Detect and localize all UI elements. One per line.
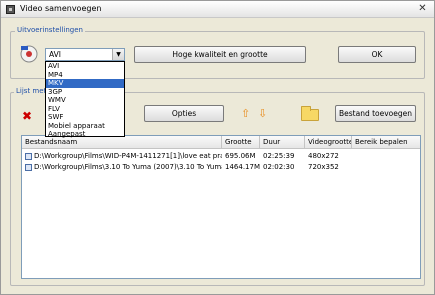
table-row[interactable]: D:\Workgroup\Films\WID-P4M-1411271[1]\lo… xyxy=(22,151,420,162)
column-header-range[interactable]: Bereik bepalen xyxy=(352,136,422,149)
column-header-duration[interactable]: Duur xyxy=(260,136,305,149)
folder-icon[interactable] xyxy=(301,106,319,121)
dropdown-option-avi[interactable]: AVI xyxy=(46,62,124,71)
cell-size: 1464.17M xyxy=(225,163,260,171)
cell-video-size: 720x352 xyxy=(308,163,339,171)
format-select[interactable]: AVI ▼ xyxy=(45,48,125,61)
app-icon xyxy=(6,5,15,14)
dropdown-option-3gp[interactable]: 3GP xyxy=(46,88,124,97)
output-settings-label: Uitvoerinstellingen xyxy=(15,26,85,34)
column-header-size[interactable]: Grootte xyxy=(222,136,260,149)
video-merge-window: Video samenvoegen ✕ Uitvoerinstellingen … xyxy=(0,0,435,295)
cell-video-size: 480x272 xyxy=(308,152,339,160)
move-down-icon[interactable]: ⇩ xyxy=(258,107,267,120)
dropdown-option-mobile[interactable]: Mobiel apparaat xyxy=(46,122,124,131)
cell-duration: 02:25:39 xyxy=(263,152,295,160)
dropdown-option-swf[interactable]: SWF xyxy=(46,113,124,122)
window-title: Video samenvoegen xyxy=(20,4,102,13)
dropdown-option-mkv[interactable]: MKV xyxy=(46,79,124,88)
cell-range[interactable] xyxy=(352,151,422,162)
ok-button[interactable]: OK xyxy=(338,46,416,63)
dropdown-option-wmv[interactable]: WMV xyxy=(46,96,124,105)
format-dropdown: AVI MP4 MKV 3GP WMV FLV SWF Mobiel appar… xyxy=(45,61,125,139)
close-button[interactable]: ✕ xyxy=(417,4,428,15)
cell-duration: 02:02:30 xyxy=(263,163,295,171)
table-row[interactable]: D:\Workgroup\Films\3.10 To Yuma (2007)\3… xyxy=(22,162,420,173)
move-up-icon[interactable]: ⇧ xyxy=(241,107,250,120)
cell-size: 695.06M xyxy=(225,152,256,160)
column-header-video-size[interactable]: Videogrootte xyxy=(305,136,352,149)
chevron-down-icon[interactable]: ▼ xyxy=(112,49,124,60)
format-select-value: AVI xyxy=(49,50,61,59)
dropdown-option-flv[interactable]: FLV xyxy=(46,105,124,114)
format-icon xyxy=(20,45,38,63)
options-button[interactable]: Opties xyxy=(144,105,224,122)
dropdown-option-mp4[interactable]: MP4 xyxy=(46,71,124,80)
title-bar[interactable]: Video samenvoegen ✕ xyxy=(1,1,434,18)
cell-range[interactable] xyxy=(352,162,422,173)
quality-button[interactable]: Hoge kwaliteit en grootte xyxy=(134,46,306,63)
delete-icon[interactable]: ✖ xyxy=(22,109,32,123)
cell-filename: D:\Workgroup\Films\WID-P4M-1411271[1]\lo… xyxy=(34,152,222,160)
cell-filename: D:\Workgroup\Films\3.10 To Yuma (2007)\3… xyxy=(34,163,222,171)
file-table: Bestandsnaam Grootte Duur Videogrootte B… xyxy=(21,135,421,279)
add-file-button[interactable]: Bestand toevoegen xyxy=(335,105,416,122)
dropdown-option-custom[interactable]: Aangepast xyxy=(46,130,124,139)
